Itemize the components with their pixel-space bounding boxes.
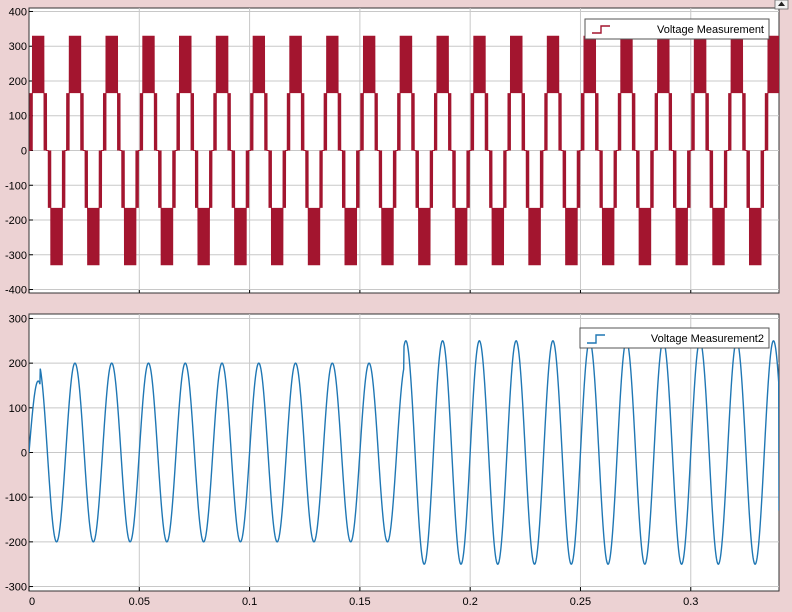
y-tick-label: -300: [5, 250, 27, 262]
bottom-axes: -300 -200 -100 0 100 200 300 0 0.05 0.1 0.15 0.2 0.…: [5, 313, 780, 608]
top-axes: -400 -300 -200 -100 0 100 200 300 400 Voltage Me…: [5, 6, 780, 297]
y-tick-label: -200: [5, 537, 27, 549]
x-tick-label: 0: [29, 596, 35, 608]
x-tick-label: 0.15: [349, 596, 370, 608]
y-tick-label: 200: [9, 358, 27, 370]
y-tick-label: -100: [5, 492, 27, 504]
x-tick-label: 0.25: [570, 596, 591, 608]
y-tick-label: 0: [21, 146, 27, 158]
y-tick-label: 100: [9, 111, 27, 123]
scope-figure: -400 -300 -200 -100 0 100 200 300 400 Voltage Me…: [0, 0, 792, 612]
bottom-legend: Voltage Measurement2: [579, 327, 770, 349]
y-tick-label: 300: [9, 41, 27, 53]
y-tick-label: -100: [5, 180, 27, 192]
y-tick-label: 400: [9, 6, 27, 18]
x-tick-label: 0.3: [683, 596, 698, 608]
y-tick-label: 100: [9, 403, 27, 415]
top-legend-label: Voltage Measurement: [657, 24, 764, 36]
x-tick-label: 0.05: [129, 596, 150, 608]
x-tick-label: 0.2: [463, 596, 478, 608]
y-tick-label: -200: [5, 215, 27, 227]
y-tick-label: 300: [9, 313, 27, 325]
y-tick-label: -300: [5, 582, 27, 594]
bottom-legend-label: Voltage Measurement2: [651, 333, 764, 345]
y-tick-label: 0: [21, 448, 27, 460]
y-tick-label: -400: [5, 285, 27, 297]
autoscale-arrow-icon[interactable]: [774, 0, 789, 10]
x-tick-label: 0.1: [242, 596, 257, 608]
top-legend: Voltage Measurement: [584, 18, 770, 40]
y-tick-label: 200: [9, 76, 27, 88]
